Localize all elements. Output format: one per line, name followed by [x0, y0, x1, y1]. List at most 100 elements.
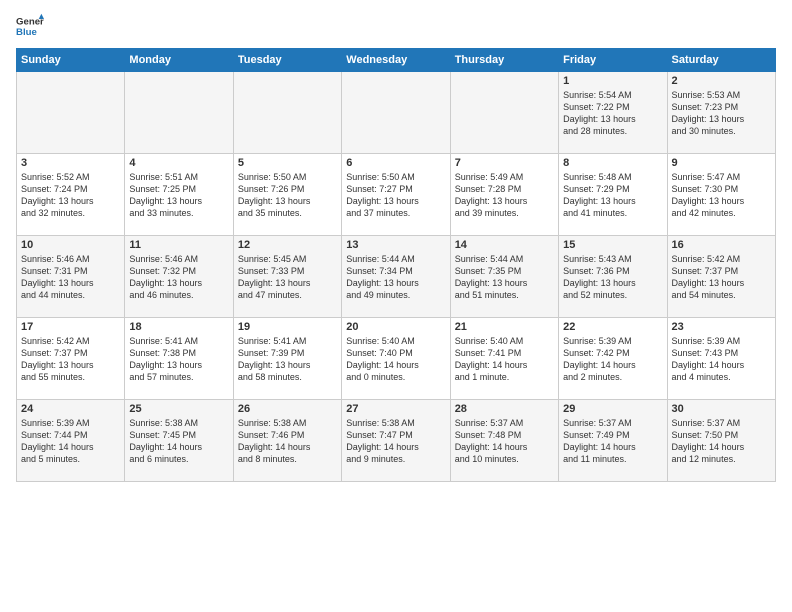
week-row-5: 24 Sunrise: 5:39 AM Sunset: 7:44 PM Dayli…	[17, 400, 776, 482]
calendar-cell: 11Sunrise: 5:46 AM Sunset: 7:32 PM Dayli…	[125, 236, 233, 318]
weekday-row: SundayMondayTuesdayWednesdayThursdayFrid…	[17, 49, 776, 72]
day-detail: Sunrise: 5:44 AM Sunset: 7:35 PM Dayligh…	[455, 253, 554, 302]
calendar-cell: 17 Sunrise: 5:42 AM Sunset: 7:37 PM Dayli…	[17, 318, 125, 400]
day-number: 4	[129, 157, 228, 169]
calendar-cell	[125, 72, 233, 154]
day-number: 24	[21, 403, 120, 415]
day-number: 7	[455, 157, 554, 169]
day-number: 5	[238, 157, 337, 169]
calendar-cell: 26 Sunrise: 5:38 AM Sunset: 7:46 PM Dayli…	[233, 400, 341, 482]
day-number: 20	[346, 321, 445, 333]
calendar-cell: 29 Sunrise: 5:37 AM Sunset: 7:49 PM Dayli…	[559, 400, 667, 482]
day-detail: Sunrise: 5:37 AM Sunset: 7:50 PM Dayligh…	[672, 417, 771, 466]
day-number: 17	[21, 321, 120, 333]
day-detail: Sunrise: 5:38 AM Sunset: 7:46 PM Dayligh…	[238, 417, 337, 466]
day-detail: Sunrise: 5:38 AM Sunset: 7:45 PM Dayligh…	[129, 417, 228, 466]
logo: General Blue	[16, 12, 44, 40]
calendar-cell: 7 Sunrise: 5:49 AM Sunset: 7:28 PM Daylig…	[450, 154, 558, 236]
day-detail: Sunrise: 5:42 AM Sunset: 7:37 PM Dayligh…	[21, 335, 120, 384]
calendar-cell: 24 Sunrise: 5:39 AM Sunset: 7:44 PM Dayli…	[17, 400, 125, 482]
day-detail: Sunrise: 5:37 AM Sunset: 7:49 PM Dayligh…	[563, 417, 662, 466]
weekday-header-friday: Friday	[559, 49, 667, 72]
calendar-cell: 13 Sunrise: 5:44 AM Sunset: 7:34 PM Dayli…	[342, 236, 450, 318]
day-detail: Sunrise: 5:51 AM Sunset: 7:25 PM Dayligh…	[129, 171, 228, 220]
day-detail: Sunrise: 5:54 AM Sunset: 7:22 PM Dayligh…	[563, 89, 662, 138]
day-number: 3	[21, 157, 120, 169]
day-number: 25	[129, 403, 228, 415]
calendar-cell: 18Sunrise: 5:41 AM Sunset: 7:38 PM Dayli…	[125, 318, 233, 400]
day-detail: Sunrise: 5:45 AM Sunset: 7:33 PM Dayligh…	[238, 253, 337, 302]
calendar-cell: 22 Sunrise: 5:39 AM Sunset: 7:42 PM Dayli…	[559, 318, 667, 400]
weekday-header-thursday: Thursday	[450, 49, 558, 72]
day-detail: Sunrise: 5:44 AM Sunset: 7:34 PM Dayligh…	[346, 253, 445, 302]
day-number: 23	[672, 321, 771, 333]
calendar-cell: 23 Sunrise: 5:39 AM Sunset: 7:43 PM Dayli…	[667, 318, 775, 400]
week-row-2: 3Sunrise: 5:52 AM Sunset: 7:24 PM Daylig…	[17, 154, 776, 236]
calendar-cell	[17, 72, 125, 154]
header: General Blue	[16, 12, 776, 40]
calendar-cell: 12 Sunrise: 5:45 AM Sunset: 7:33 PM Dayli…	[233, 236, 341, 318]
day-number: 21	[455, 321, 554, 333]
week-row-1: 1 Sunrise: 5:54 AM Sunset: 7:22 PM Daylig…	[17, 72, 776, 154]
day-number: 12	[238, 239, 337, 251]
calendar-header: SundayMondayTuesdayWednesdayThursdayFrid…	[17, 49, 776, 72]
day-number: 22	[563, 321, 662, 333]
day-number: 2	[672, 75, 771, 87]
calendar-cell: 14Sunrise: 5:44 AM Sunset: 7:35 PM Dayli…	[450, 236, 558, 318]
day-number: 26	[238, 403, 337, 415]
calendar-cell: 19 Sunrise: 5:41 AM Sunset: 7:39 PM Dayli…	[233, 318, 341, 400]
weekday-header-saturday: Saturday	[667, 49, 775, 72]
day-detail: Sunrise: 5:47 AM Sunset: 7:30 PM Dayligh…	[672, 171, 771, 220]
day-detail: Sunrise: 5:48 AM Sunset: 7:29 PM Dayligh…	[563, 171, 662, 220]
day-number: 19	[238, 321, 337, 333]
day-detail: Sunrise: 5:43 AM Sunset: 7:36 PM Dayligh…	[563, 253, 662, 302]
calendar-cell: 6 Sunrise: 5:50 AM Sunset: 7:27 PM Daylig…	[342, 154, 450, 236]
calendar-cell: 10Sunrise: 5:46 AM Sunset: 7:31 PM Dayli…	[17, 236, 125, 318]
svg-text:Blue: Blue	[16, 27, 37, 38]
day-detail: Sunrise: 5:46 AM Sunset: 7:32 PM Dayligh…	[129, 253, 228, 302]
weekday-header-wednesday: Wednesday	[342, 49, 450, 72]
calendar-cell: 28Sunrise: 5:37 AM Sunset: 7:48 PM Dayli…	[450, 400, 558, 482]
calendar-container: General Blue SundayMondayTuesdayWednesda…	[0, 0, 792, 612]
calendar-cell: 5 Sunrise: 5:50 AM Sunset: 7:26 PM Daylig…	[233, 154, 341, 236]
day-detail: Sunrise: 5:49 AM Sunset: 7:28 PM Dayligh…	[455, 171, 554, 220]
day-detail: Sunrise: 5:38 AM Sunset: 7:47 PM Dayligh…	[346, 417, 445, 466]
day-detail: Sunrise: 5:39 AM Sunset: 7:42 PM Dayligh…	[563, 335, 662, 384]
calendar-cell: 15 Sunrise: 5:43 AM Sunset: 7:36 PM Dayli…	[559, 236, 667, 318]
day-detail: Sunrise: 5:40 AM Sunset: 7:40 PM Dayligh…	[346, 335, 445, 384]
day-number: 18	[129, 321, 228, 333]
calendar-cell	[450, 72, 558, 154]
day-detail: Sunrise: 5:50 AM Sunset: 7:27 PM Dayligh…	[346, 171, 445, 220]
day-number: 9	[672, 157, 771, 169]
calendar-cell: 2 Sunrise: 5:53 AM Sunset: 7:23 PM Daylig…	[667, 72, 775, 154]
day-number: 13	[346, 239, 445, 251]
day-number: 30	[672, 403, 771, 415]
day-number: 16	[672, 239, 771, 251]
calendar-body: 1 Sunrise: 5:54 AM Sunset: 7:22 PM Daylig…	[17, 72, 776, 482]
calendar-cell: 3Sunrise: 5:52 AM Sunset: 7:24 PM Daylig…	[17, 154, 125, 236]
calendar-cell: 4 Sunrise: 5:51 AM Sunset: 7:25 PM Daylig…	[125, 154, 233, 236]
calendar-cell: 30 Sunrise: 5:37 AM Sunset: 7:50 PM Dayli…	[667, 400, 775, 482]
week-row-3: 10Sunrise: 5:46 AM Sunset: 7:31 PM Dayli…	[17, 236, 776, 318]
day-detail: Sunrise: 5:53 AM Sunset: 7:23 PM Dayligh…	[672, 89, 771, 138]
day-detail: Sunrise: 5:50 AM Sunset: 7:26 PM Dayligh…	[238, 171, 337, 220]
day-number: 1	[563, 75, 662, 87]
calendar-cell: 25 Sunrise: 5:38 AM Sunset: 7:45 PM Dayli…	[125, 400, 233, 482]
day-detail: Sunrise: 5:37 AM Sunset: 7:48 PM Dayligh…	[455, 417, 554, 466]
calendar-cell: 9 Sunrise: 5:47 AM Sunset: 7:30 PM Daylig…	[667, 154, 775, 236]
calendar-cell	[233, 72, 341, 154]
day-detail: Sunrise: 5:46 AM Sunset: 7:31 PM Dayligh…	[21, 253, 120, 302]
day-number: 6	[346, 157, 445, 169]
day-number: 15	[563, 239, 662, 251]
day-number: 29	[563, 403, 662, 415]
day-detail: Sunrise: 5:39 AM Sunset: 7:44 PM Dayligh…	[21, 417, 120, 466]
day-detail: Sunrise: 5:39 AM Sunset: 7:43 PM Dayligh…	[672, 335, 771, 384]
calendar-cell: 16Sunrise: 5:42 AM Sunset: 7:37 PM Dayli…	[667, 236, 775, 318]
calendar-cell: 8Sunrise: 5:48 AM Sunset: 7:29 PM Daylig…	[559, 154, 667, 236]
logo-icon: General Blue	[16, 12, 44, 40]
day-detail: Sunrise: 5:41 AM Sunset: 7:39 PM Dayligh…	[238, 335, 337, 384]
weekday-header-sunday: Sunday	[17, 49, 125, 72]
weekday-header-monday: Monday	[125, 49, 233, 72]
calendar-cell: 27Sunrise: 5:38 AM Sunset: 7:47 PM Dayli…	[342, 400, 450, 482]
week-row-4: 17 Sunrise: 5:42 AM Sunset: 7:37 PM Dayli…	[17, 318, 776, 400]
